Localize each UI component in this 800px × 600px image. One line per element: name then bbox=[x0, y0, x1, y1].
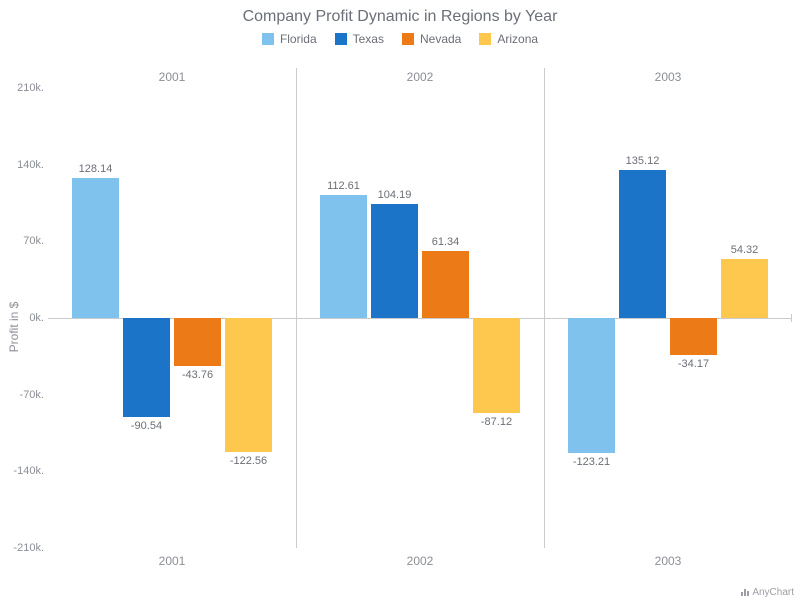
legend: Florida Texas Nevada Arizona bbox=[0, 32, 800, 46]
bar-nevada[interactable] bbox=[670, 318, 717, 355]
x-axis-label: 2002 bbox=[407, 554, 434, 568]
value-label: -122.56 bbox=[230, 455, 267, 467]
y-tick: -210k. bbox=[6, 542, 44, 554]
bar-texas[interactable] bbox=[371, 204, 418, 318]
bar-chart-icon bbox=[741, 589, 749, 596]
credits-link[interactable]: AnyChart bbox=[741, 587, 794, 598]
y-tick: -70k. bbox=[6, 389, 44, 401]
value-label: 135.12 bbox=[626, 155, 660, 167]
panel-separator bbox=[544, 68, 545, 548]
value-label: 128.14 bbox=[79, 163, 113, 175]
bar-florida[interactable] bbox=[568, 318, 615, 453]
value-label: -43.76 bbox=[182, 369, 213, 381]
bar-texas[interactable] bbox=[619, 170, 666, 318]
panel-title: 2003 bbox=[655, 70, 682, 84]
panel-separator bbox=[296, 68, 297, 548]
chart-title: Company Profit Dynamic in Regions by Yea… bbox=[0, 0, 800, 26]
bar-florida[interactable] bbox=[72, 178, 119, 318]
bar-nevada[interactable] bbox=[422, 251, 469, 318]
value-label: 54.32 bbox=[731, 244, 759, 256]
bar-arizona[interactable] bbox=[225, 318, 272, 452]
bar-arizona[interactable] bbox=[721, 259, 768, 318]
y-tick: 140k. bbox=[6, 159, 44, 171]
y-tick: -140k. bbox=[6, 465, 44, 477]
plot-area: 210k.140k.70k.0k.-70k.-140k.-210k.200120… bbox=[48, 68, 792, 570]
chart-container: Company Profit Dynamic in Regions by Yea… bbox=[0, 0, 800, 600]
value-label: -123.21 bbox=[573, 456, 610, 468]
value-label: 104.19 bbox=[378, 189, 412, 201]
legend-label: Texas bbox=[353, 32, 384, 46]
value-label: -87.12 bbox=[481, 416, 512, 428]
bar-florida[interactable] bbox=[320, 195, 367, 318]
legend-swatch-nevada bbox=[402, 33, 414, 45]
y-tick: 210k. bbox=[6, 82, 44, 94]
value-label: 112.61 bbox=[327, 180, 360, 192]
legend-item-texas[interactable]: Texas bbox=[335, 32, 384, 46]
legend-item-nevada[interactable]: Nevada bbox=[402, 32, 461, 46]
legend-swatch-florida bbox=[262, 33, 274, 45]
bar-texas[interactable] bbox=[123, 318, 170, 417]
panel-title: 2002 bbox=[407, 70, 434, 84]
legend-swatch-texas bbox=[335, 33, 347, 45]
legend-swatch-arizona bbox=[479, 33, 491, 45]
y-tick: 0k. bbox=[6, 312, 44, 324]
bar-nevada[interactable] bbox=[174, 318, 221, 366]
y-tick: 70k. bbox=[6, 235, 44, 247]
legend-label: Florida bbox=[280, 32, 317, 46]
x-axis-label: 2003 bbox=[655, 554, 682, 568]
legend-item-arizona[interactable]: Arizona bbox=[479, 32, 538, 46]
credits-text: AnyChart bbox=[752, 587, 794, 598]
legend-item-florida[interactable]: Florida bbox=[262, 32, 317, 46]
legend-label: Nevada bbox=[420, 32, 461, 46]
value-label: 61.34 bbox=[432, 236, 460, 248]
bar-arizona[interactable] bbox=[473, 318, 520, 413]
value-label: -90.54 bbox=[131, 420, 162, 432]
x-axis-label: 2001 bbox=[159, 554, 186, 568]
value-label: -34.17 bbox=[678, 358, 709, 370]
y-axis-label: Profit in $ bbox=[7, 302, 21, 353]
panel-title: 2001 bbox=[159, 70, 186, 84]
legend-label: Arizona bbox=[497, 32, 538, 46]
